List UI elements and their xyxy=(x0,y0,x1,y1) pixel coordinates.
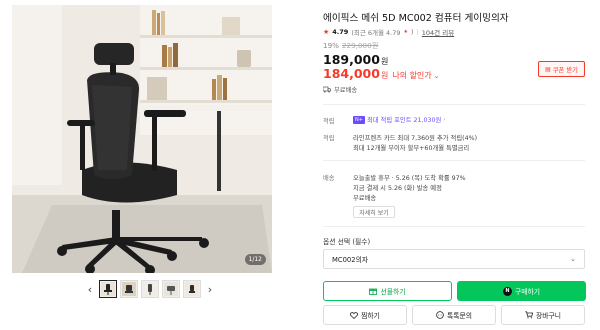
chevron-left-icon[interactable]: ‹ xyxy=(84,283,96,296)
rating-separator: | xyxy=(416,28,419,36)
delivery-line-2: 지금 결제 시 5.26 (화) 발송 예정 xyxy=(353,185,442,192)
chevron-right-icon[interactable]: › xyxy=(204,283,216,296)
star-small-icon: ★ xyxy=(403,29,409,35)
chevron-down-icon: ⌄ xyxy=(570,255,576,263)
free-shipping-row: 무료배송 xyxy=(323,85,357,94)
cart-icon xyxy=(525,311,533,319)
coupon-button[interactable]: ▤ 쿠폰 받기 xyxy=(538,61,585,77)
divider xyxy=(323,104,585,105)
coupon-button-label: 쿠폰 받기 xyxy=(552,66,578,74)
rating-score: 4.79 xyxy=(332,28,349,36)
wish-button[interactable]: 찜하기 xyxy=(323,305,407,325)
gift-button[interactable]: 선물하기 xyxy=(323,281,452,301)
point-row[interactable]: N+ 최대 적립 포인트 21,030원 › xyxy=(353,115,446,124)
payment-line-1: 라인프렌즈 카드 최대 7,360원 추가 적립(4%) xyxy=(353,135,478,142)
npay-icon: N xyxy=(502,286,512,296)
product-main-image[interactable]: 1/12 xyxy=(12,5,272,273)
point-text: 최대 적립 포인트 21,030원 xyxy=(366,117,442,124)
gift-icon xyxy=(369,288,378,295)
point-label: 적립 xyxy=(323,118,335,125)
option-select[interactable]: MC002의자 ⌄ xyxy=(323,249,585,269)
delivery-line-1: 오늘출발 휴무 · 5.26 (목) 도착 확률 97% xyxy=(353,175,466,182)
divider xyxy=(323,226,585,227)
thumbnail-strip: ‹ › xyxy=(84,280,216,298)
my-discount-price[interactable]: 184,000 원 나의 할인가 ⌄ xyxy=(323,66,440,81)
thumbnail-4[interactable] xyxy=(162,280,180,298)
heart-icon xyxy=(350,311,359,319)
thumbnail-3[interactable] xyxy=(141,280,159,298)
discount-row: 19% 229,000원 xyxy=(323,41,378,51)
rating-recent-close: ) xyxy=(411,28,414,36)
divider xyxy=(323,160,585,161)
coupon-icon: ▤ xyxy=(545,65,551,73)
nplus-badge: N+ xyxy=(353,115,365,124)
free-shipping-text: 무료배송 xyxy=(334,87,358,94)
thumbnail-1[interactable] xyxy=(99,280,117,298)
sale-price-unit: 원 xyxy=(380,57,389,66)
rating-row: ★ 4.79 (최근 6개월 4.79 ★ ) | 104건 리뷰 xyxy=(323,27,454,37)
buy-button-label: 구매하기 xyxy=(514,288,540,296)
thumbnail-2[interactable] xyxy=(120,280,138,298)
point-badge: N+ 최대 적립 포인트 21,030원 › xyxy=(353,115,446,124)
cart-button[interactable]: 장바구니 xyxy=(501,305,585,325)
truck-icon xyxy=(323,86,331,93)
product-title: 에이픽스 메쉬 5D MC002 컴퓨터 게이밍의자 xyxy=(323,13,509,24)
image-counter: 1/12 xyxy=(244,254,266,265)
payment-label: 적립 xyxy=(323,135,335,142)
payment-line-2: 최대 12개월 무이자 할부+60개월 특별금리 xyxy=(353,145,470,152)
my-price-label: 나의 할인가 xyxy=(392,71,432,80)
buy-button[interactable]: N 구매하기 xyxy=(457,281,586,301)
rating-recent: (최근 6개월 4.79 xyxy=(351,29,401,37)
original-price: 229,000원 xyxy=(341,41,379,50)
talk-button[interactable]: 톡톡문의 xyxy=(412,305,496,325)
delivery-label: 배송 xyxy=(323,175,335,182)
thumbnail-5[interactable] xyxy=(183,280,201,298)
option-title: 옵션 선택 (필수) xyxy=(323,238,371,246)
review-count-link[interactable]: 104건 리뷰 xyxy=(422,27,454,37)
chair-photo xyxy=(12,5,272,273)
chat-icon xyxy=(436,311,444,319)
my-price-unit: 원 xyxy=(380,71,389,80)
gift-button-label: 선물하기 xyxy=(380,288,406,296)
chevron-down-icon: ⌄ xyxy=(433,72,440,80)
discount-rate: 19% xyxy=(323,41,339,50)
cart-button-label: 장바구니 xyxy=(535,312,561,320)
sale-price-value: 189,000 xyxy=(323,52,380,67)
wish-button-label: 찜하기 xyxy=(361,312,380,320)
my-price-value: 184,000 xyxy=(323,66,380,81)
talk-button-label: 톡톡문의 xyxy=(446,312,472,320)
detail-button[interactable]: 자세히 보기 xyxy=(353,206,395,218)
sale-price: 189,000원 xyxy=(323,52,388,67)
star-icon: ★ xyxy=(323,28,330,36)
delivery-line-3: 무료배송 xyxy=(353,195,377,202)
chevron-right-small-icon: › xyxy=(443,116,446,123)
option-selected-value: MC002의자 xyxy=(332,256,369,264)
